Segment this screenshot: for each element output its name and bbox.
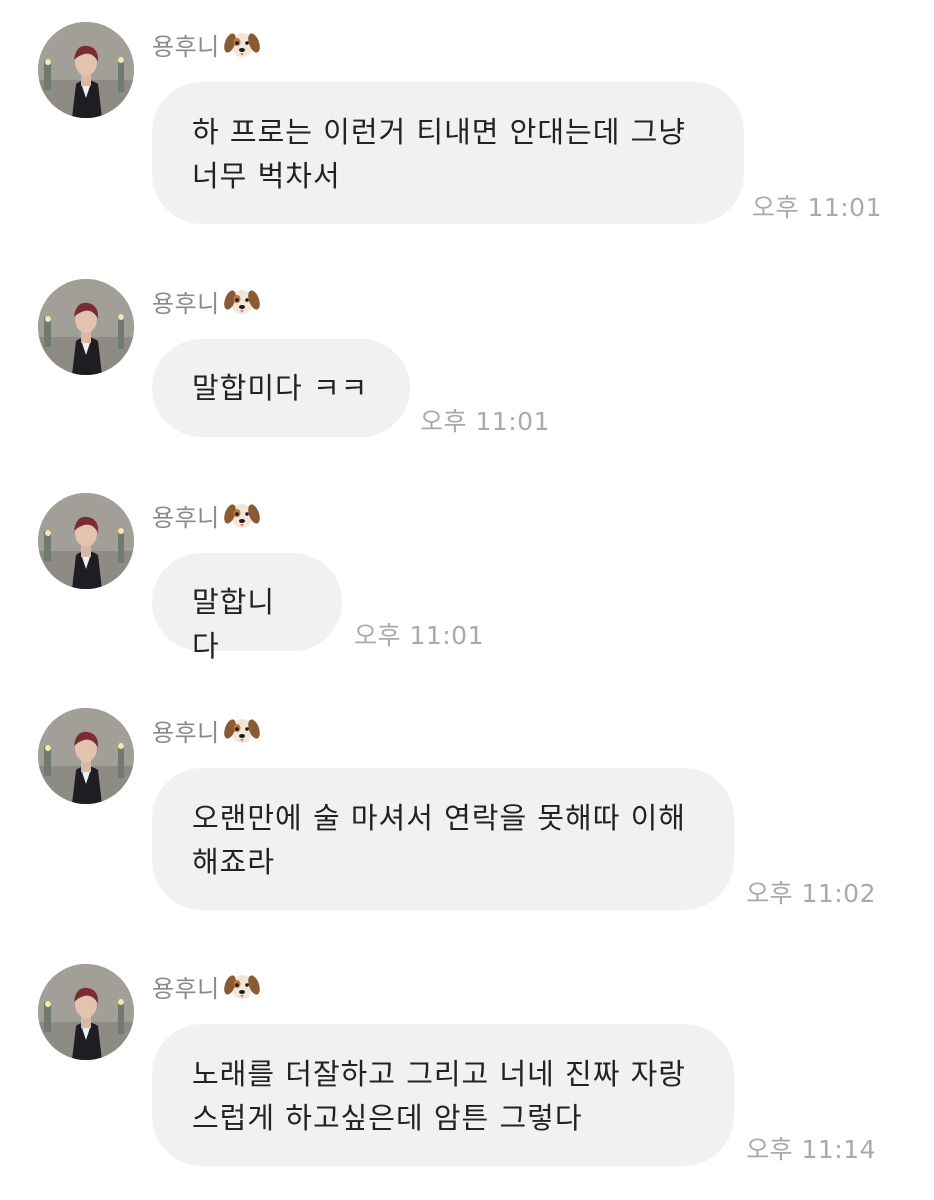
message-bubble[interactable]: 말합미다 ㅋㅋ xyxy=(152,339,410,437)
sender-name: 용후니 xyxy=(152,283,260,319)
sender-name-label: 용후니 xyxy=(152,32,220,61)
sender-name: 용후니 xyxy=(152,712,260,748)
dog-face-icon xyxy=(223,283,260,319)
dog-face-icon xyxy=(223,712,260,748)
sender-name-label: 용후니 xyxy=(152,289,220,318)
message-time: 오후 11:02 xyxy=(746,879,876,908)
sender-name: 용후니 xyxy=(152,968,260,1004)
dog-face-icon xyxy=(223,26,260,62)
sender-name-label: 용후니 xyxy=(152,718,220,747)
avatar[interactable] xyxy=(38,22,134,118)
dog-face-icon xyxy=(223,968,260,1004)
message-time: 오후 11:14 xyxy=(746,1135,876,1164)
message-time: 오후 11:01 xyxy=(752,193,882,222)
message-time: 오후 11:01 xyxy=(420,407,550,436)
dog-face-icon xyxy=(223,497,260,533)
message-bubble[interactable]: 노래를 더잘하고 그리고 너네 진짜 자랑 스럽게 하고싶은데 암튼 그렇다 xyxy=(152,1024,734,1166)
message-bubble[interactable]: 말합니다 xyxy=(152,553,342,663)
sender-name-label: 용후니 xyxy=(152,974,220,1003)
avatar[interactable] xyxy=(38,279,134,375)
message-bubble[interactable]: 오랜만에 술 마셔서 연락을 못해따 이해 해죠라 xyxy=(152,768,734,910)
avatar[interactable] xyxy=(38,493,134,589)
sender-name: 용후니 xyxy=(152,497,260,533)
avatar[interactable] xyxy=(38,708,134,804)
sender-name-label: 용후니 xyxy=(152,503,220,532)
avatar[interactable] xyxy=(38,964,134,1060)
chat-log: 용후니 하 프로는 이런거 티내면 안대는데 그냥 너무 벅차서 오후 11:0… xyxy=(0,0,934,1200)
sender-name: 용후니 xyxy=(152,26,260,62)
message-time: 오후 11:01 xyxy=(354,621,484,650)
message-bubble[interactable]: 하 프로는 이런거 티내면 안대는데 그냥 너무 벅차서 xyxy=(152,82,744,224)
